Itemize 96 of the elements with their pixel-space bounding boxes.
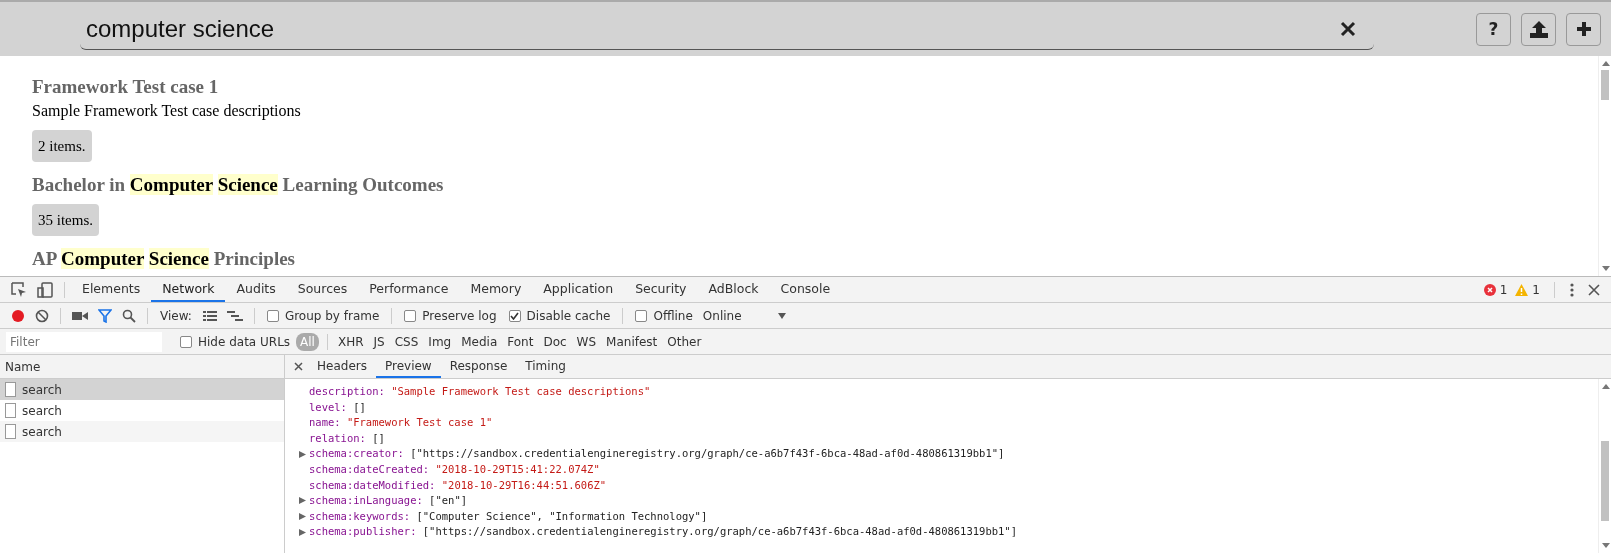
- type-filter[interactable]: CSS: [390, 332, 423, 351]
- devtools-tab[interactable]: Application: [532, 277, 625, 302]
- item-count-badge: 35 items.: [32, 204, 99, 236]
- property-key: name:: [309, 415, 341, 431]
- checkbox[interactable]: Hide data URLs: [180, 334, 291, 349]
- checkbox[interactable]: Group by frame: [266, 308, 380, 323]
- menu-icon: [1570, 282, 1574, 297]
- list-icon: [202, 309, 217, 322]
- property-key: schema:publisher:: [309, 524, 417, 540]
- checkbox[interactable]: Disable cache: [508, 308, 611, 323]
- block-icon: [35, 308, 49, 323]
- checkbox[interactable]: Offline: [635, 308, 693, 323]
- type-filter[interactable]: Img: [424, 332, 456, 351]
- request-row[interactable]: search: [0, 421, 284, 442]
- result-description: Sample Framework Test case descriptions: [32, 102, 302, 120]
- devtools-tab[interactable]: Console: [769, 277, 842, 302]
- devtools-tab[interactable]: Security: [624, 277, 698, 302]
- type-filter[interactable]: WS: [572, 332, 601, 351]
- close-icon: [1340, 21, 1356, 37]
- close-icon: [294, 362, 303, 371]
- property-key: schema:keywords:: [309, 508, 411, 525]
- property-value: "Sample Framework Test case descriptions": [391, 384, 651, 399]
- type-filter[interactable]: Media: [457, 332, 502, 351]
- type-filter[interactable]: Other: [663, 332, 706, 351]
- checkmark-icon: [510, 311, 520, 320]
- expand-triangle-icon[interactable]: [299, 528, 306, 536]
- property-key: relation:: [309, 430, 366, 447]
- search-icon: [122, 308, 136, 323]
- type-filter[interactable]: JS: [369, 332, 389, 351]
- property-key: level:: [309, 399, 347, 416]
- device-icon: [37, 281, 53, 298]
- property-value: []: [353, 399, 366, 415]
- video-camera-icon: [72, 309, 88, 322]
- error-icon: [1483, 283, 1496, 296]
- request-row[interactable]: search: [0, 379, 284, 400]
- filter-field[interactable]: Filter: [6, 331, 162, 352]
- cursor-icon: [11, 281, 27, 298]
- property-key: schema:dateCreated:: [309, 461, 430, 478]
- add-button[interactable]: [1566, 12, 1601, 46]
- property-key: description:: [309, 384, 385, 400]
- request-row[interactable]: search: [0, 400, 284, 421]
- type-filter[interactable]: XHR: [333, 332, 368, 351]
- upload-button[interactable]: [1521, 12, 1556, 46]
- result-title[interactable]: Bachelor in Computer Science Learning Outcomes: [32, 174, 1566, 196]
- document-icon: [5, 382, 16, 397]
- property-value: ["en"]: [429, 493, 468, 509]
- detail-tab[interactable]: Preview: [375, 355, 441, 378]
- property-value: "2018-10-29T15:41:22.074Z": [435, 461, 600, 477]
- request-name: search: [22, 403, 62, 418]
- type-filter[interactable]: Manifest: [602, 332, 662, 351]
- detail-tab[interactable]: Headers: [308, 355, 376, 378]
- result-title[interactable]: AP Computer Science Principles: [32, 248, 1566, 270]
- property-value: "2018-10-29T16:44:51.606Z": [441, 477, 607, 493]
- property-value: ["Computer Science", "Information Technology"]: [416, 508, 708, 524]
- expand-triangle-icon[interactable]: [299, 497, 306, 505]
- request-name: search: [22, 382, 62, 397]
- property-value: ["https://sandbox.credentialengineregistry.org/graph/ce-a6b7f43f-6bca-48ad-af0d-480861319bb1"]: [422, 524, 1017, 540]
- property-value: ["https://sandbox.credentialengineregistry.org/graph/ce-a6b7f43f-6bca-48ad-af0d-480861319bb1"]: [410, 446, 1005, 462]
- scrollbar[interactable]: [1598, 379, 1611, 553]
- upload-icon: [1528, 20, 1549, 38]
- close-icon: [1588, 283, 1600, 296]
- devtools-tab[interactable]: Elements: [71, 277, 152, 302]
- throttle-dropdown[interactable]: Online: [702, 308, 786, 323]
- item-count-badge: 2 items.: [32, 130, 92, 162]
- expand-triangle-icon[interactable]: [299, 450, 306, 458]
- property-value: []: [372, 430, 385, 446]
- document-icon: [5, 424, 16, 439]
- column-header: Name: [5, 359, 41, 374]
- property-key: schema:inLanguage:: [309, 493, 423, 509]
- devtools-tab[interactable]: Memory: [459, 277, 533, 302]
- warning-count: 1: [1532, 282, 1540, 297]
- detail-tab[interactable]: Timing: [516, 355, 575, 378]
- dropdown-arrow-icon: [777, 312, 786, 319]
- warning-icon: [1515, 283, 1529, 296]
- devtools-tab[interactable]: Audits: [225, 277, 287, 302]
- devtools-tab[interactable]: AdBlock: [697, 277, 770, 302]
- help-button[interactable]: ?: [1476, 12, 1511, 46]
- devtools-tab[interactable]: Sources: [286, 277, 359, 302]
- request-name: search: [22, 424, 62, 439]
- view-label: View:: [160, 308, 192, 323]
- scrollbar[interactable]: [1598, 56, 1611, 276]
- property-value: "Framework Test case 1": [346, 415, 493, 431]
- result-title[interactable]: Framework Test case 1: [32, 76, 1566, 98]
- plus-icon: [1575, 21, 1592, 37]
- type-filter[interactable]: Doc: [539, 332, 571, 351]
- clear-button[interactable]: [1338, 19, 1358, 39]
- waterfall-icon: [226, 309, 243, 322]
- devtools-tab[interactable]: Performance: [358, 277, 460, 302]
- type-filter[interactable]: Font: [503, 332, 538, 351]
- property-key: schema:dateModified:: [309, 477, 436, 494]
- document-icon: [5, 403, 16, 418]
- checkbox[interactable]: Preserve log: [404, 308, 497, 323]
- property-key: schema:creator:: [309, 446, 404, 462]
- expand-triangle-icon[interactable]: [299, 513, 306, 521]
- error-count: 1: [1499, 282, 1508, 297]
- detail-tab[interactable]: Response: [440, 355, 517, 378]
